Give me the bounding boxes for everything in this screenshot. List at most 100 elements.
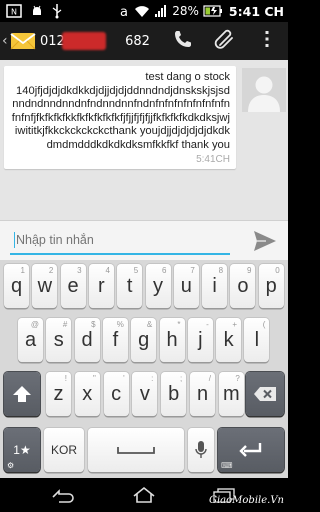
action-bar: ‹ 0124 682 — [0, 22, 288, 60]
key-p[interactable]: 0p — [258, 264, 284, 308]
message-bubble[interactable]: test dang o stock 140jfjdjdjdkdkkdjdjjdj… — [4, 66, 236, 169]
language-key[interactable]: KOR — [44, 428, 84, 472]
key-hint: 6 — [162, 266, 167, 275]
key-hint: 8 — [218, 266, 224, 275]
key-label: w — [37, 274, 53, 297]
key-hint: ? — [235, 374, 240, 383]
up-navigation[interactable]: ‹ — [0, 22, 36, 60]
key-s[interactable]: # s — [46, 318, 72, 362]
key-hint: ! — [64, 374, 67, 383]
key-z[interactable]: ! z — [46, 372, 71, 416]
attach-button[interactable] — [204, 22, 246, 60]
key-label: l — [254, 328, 260, 351]
key-y[interactable]: 6y — [145, 264, 171, 308]
key-label: v — [139, 382, 150, 405]
key-c[interactable]: ' c — [103, 372, 129, 416]
key-hint: 4 — [105, 266, 110, 275]
clock: 5:41 CH — [228, 3, 284, 19]
navigation-bar: GiaoMobile.Vn — [0, 478, 288, 512]
send-button[interactable] — [252, 229, 278, 253]
message-text: test dang o stock 140jfjdjdjdkdkkdjdjjdj… — [11, 71, 230, 151]
key-hint: @ — [30, 320, 39, 329]
key-label: e — [67, 274, 79, 297]
mute-icon: a — [118, 4, 130, 18]
settings-gear-icon: ⚙ — [7, 461, 15, 470]
backspace-key[interactable] — [246, 372, 284, 416]
contact-number-suffix: 682 — [125, 33, 150, 49]
key-t[interactable]: 5t — [117, 264, 143, 308]
key-o[interactable]: 9o — [230, 264, 256, 308]
key-q[interactable]: 1q — [4, 264, 29, 308]
key-hint: 9 — [246, 266, 252, 275]
key-hint: ' — [123, 374, 125, 383]
key-label: j — [198, 328, 203, 351]
message-input[interactable] — [10, 227, 230, 255]
key-k[interactable]: + k — [216, 318, 242, 362]
key-label: u — [180, 274, 192, 297]
key-label: d — [81, 328, 93, 351]
key-hint: # — [62, 320, 68, 329]
send-icon — [254, 231, 276, 251]
android-debug-icon — [30, 4, 44, 18]
svg-text:N: N — [11, 8, 17, 17]
keyboard: 1★ ⚙ KOR ⌨ 1 q 2 w 3 e 4 r 5 t 6 y 7 u 8 i 9 o 0 p @ a # s $ d% f &… — [0, 260, 288, 478]
conversation-list[interactable]: test dang o stock 140jfjdjdjdkdkkdjdjjdj… — [0, 60, 288, 220]
key-label: b — [168, 382, 180, 405]
enter-key[interactable]: ⌨ — [218, 428, 284, 472]
overflow-menu-icon — [264, 30, 270, 52]
default-contact-icon — [242, 68, 286, 112]
key-hint: ; — [179, 374, 183, 383]
key-a[interactable]: @ a — [18, 318, 43, 362]
key-h[interactable]: * h — [159, 318, 185, 362]
key-m[interactable]: ? m — [218, 372, 244, 416]
key-u[interactable]: 7u — [173, 264, 199, 308]
key-b[interactable]: ; b — [161, 372, 187, 416]
key-label: c — [111, 382, 122, 405]
home-nav-button[interactable] — [124, 484, 164, 506]
wifi-icon — [134, 4, 150, 18]
call-button[interactable] — [162, 22, 204, 60]
overflow-menu-button[interactable] — [246, 22, 288, 60]
key-label: o — [237, 274, 249, 297]
key-v[interactable]: :v — [132, 372, 158, 416]
key-j[interactable]: -j — [187, 318, 213, 362]
key-label: z — [53, 382, 64, 405]
key-n[interactable]: / n — [190, 372, 215, 416]
back-nav-icon — [52, 489, 74, 503]
key-w[interactable]: 2w — [32, 264, 58, 308]
key-hint: 5 — [133, 266, 139, 275]
svg-text:a: a — [120, 5, 128, 18]
key-l[interactable]: (l — [244, 318, 270, 362]
voice-input-key[interactable] — [188, 428, 214, 472]
shift-icon — [13, 386, 31, 402]
shift-key[interactable] — [4, 372, 40, 416]
key-r[interactable]: 4r — [88, 264, 114, 308]
key-label: m — [222, 382, 240, 405]
key-g[interactable]: & g — [131, 318, 157, 362]
nfc-icon: N — [6, 4, 22, 18]
key-label: p — [265, 274, 277, 297]
key-i[interactable]: 8i — [202, 264, 228, 308]
key-f[interactable]: % f — [102, 318, 128, 362]
enter-icon — [239, 443, 262, 457]
backspace-icon — [254, 387, 276, 401]
phone-icon — [173, 29, 193, 53]
key-hint: 2 — [48, 266, 54, 275]
key-x[interactable]: " x — [74, 372, 100, 416]
key-hint: ( — [262, 320, 266, 329]
symbols-key[interactable]: 1★ ⚙ — [4, 428, 40, 472]
key-label: y — [153, 274, 163, 297]
key-e[interactable]: 3e — [60, 264, 86, 308]
key-hint: $ — [91, 320, 96, 329]
back-nav-button[interactable] — [44, 484, 84, 506]
redaction-mark — [62, 31, 106, 50]
key-hint: " — [92, 374, 96, 383]
key-hint: 7 — [190, 266, 195, 275]
attach-icon — [214, 29, 236, 53]
avatar[interactable] — [242, 68, 286, 112]
key-label: t — [126, 274, 133, 297]
signal-icon — [154, 4, 168, 18]
key-d[interactable]: $ d — [74, 318, 100, 362]
key-label: k — [223, 328, 234, 351]
space-key[interactable] — [88, 428, 184, 472]
